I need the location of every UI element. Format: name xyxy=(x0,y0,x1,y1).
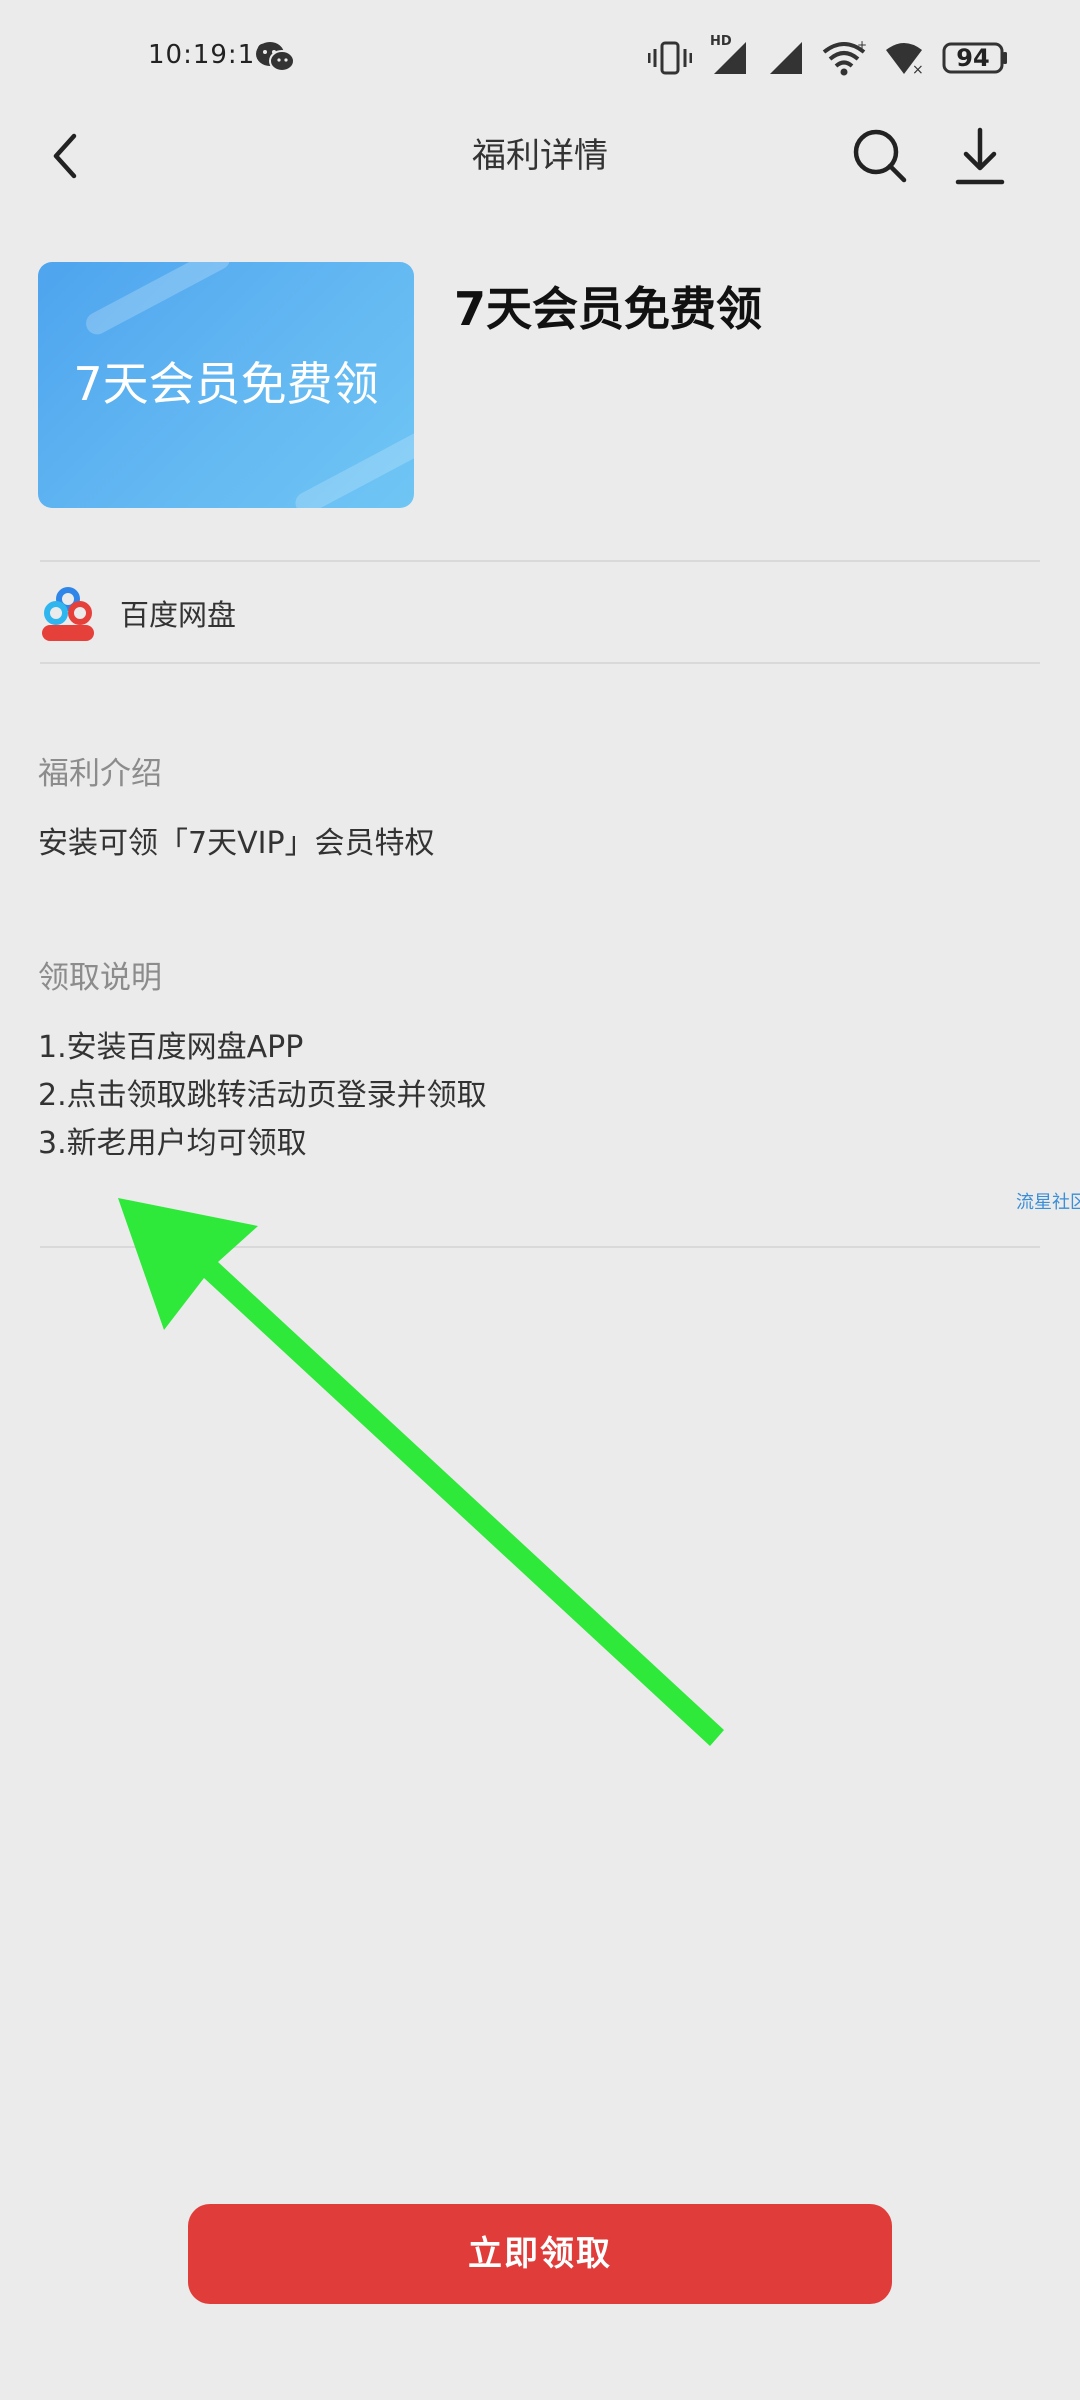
app-row[interactable]: 百度网盘 xyxy=(38,580,1038,646)
instructions-heading: 领取说明 xyxy=(38,960,162,996)
search-icon xyxy=(853,129,907,183)
wechat-icon xyxy=(255,40,295,74)
claim-button[interactable]: 立即领取 xyxy=(188,2204,892,2304)
divider xyxy=(40,1246,1040,1248)
back-icon xyxy=(53,133,77,179)
signal-icon: HD xyxy=(710,34,750,76)
divider xyxy=(40,662,1040,664)
watermark: 流星社区 xyxy=(1016,1192,1080,1213)
banner-decoration xyxy=(291,428,414,508)
wifi-icon: + xyxy=(822,40,866,76)
baidu-netdisk-logo-icon xyxy=(38,583,98,643)
search-button[interactable] xyxy=(850,126,910,186)
status-bar: 10:19:10 HD + × 94 xyxy=(0,0,1080,120)
instruction-step: 2.点击领取跳转活动页登录并领取 xyxy=(38,1078,487,1113)
status-icons: HD + × 94 xyxy=(648,34,1008,78)
vibrate-icon xyxy=(648,40,692,76)
download-icon xyxy=(955,127,1005,185)
intro-text: 安装可领「7天VIP」会员特权 xyxy=(38,826,435,861)
banner-text: 7天会员免费领 xyxy=(73,357,379,411)
divider xyxy=(40,560,1040,562)
wifi-icon-secondary: × xyxy=(884,40,924,76)
network-badge: HD xyxy=(710,34,732,49)
instruction-step: 1.安装百度网盘APP xyxy=(38,1030,304,1065)
header: 福利详情 xyxy=(0,120,1080,192)
intro-heading: 福利介绍 xyxy=(38,756,162,792)
download-button[interactable] xyxy=(950,124,1010,188)
app-name: 百度网盘 xyxy=(120,598,237,632)
battery-level: 94 xyxy=(956,44,990,72)
battery-icon: 94 xyxy=(942,42,1008,74)
svg-text:×: × xyxy=(912,62,924,76)
product-banner: 7天会员免费领 xyxy=(38,262,414,508)
instruction-step: 3.新老用户均可领取 xyxy=(38,1126,307,1161)
back-button[interactable] xyxy=(40,128,96,184)
instructions-list: 1.安装百度网盘APP 2.点击领取跳转活动页登录并领取 3.新老用户均可领取 xyxy=(38,1024,1038,1168)
page-title: 福利详情 xyxy=(472,136,608,176)
banner-decoration xyxy=(82,262,234,339)
product-title: 7天会员免费领 xyxy=(454,282,763,336)
signal-icon-secondary xyxy=(768,40,804,76)
svg-text:+: + xyxy=(857,40,866,52)
